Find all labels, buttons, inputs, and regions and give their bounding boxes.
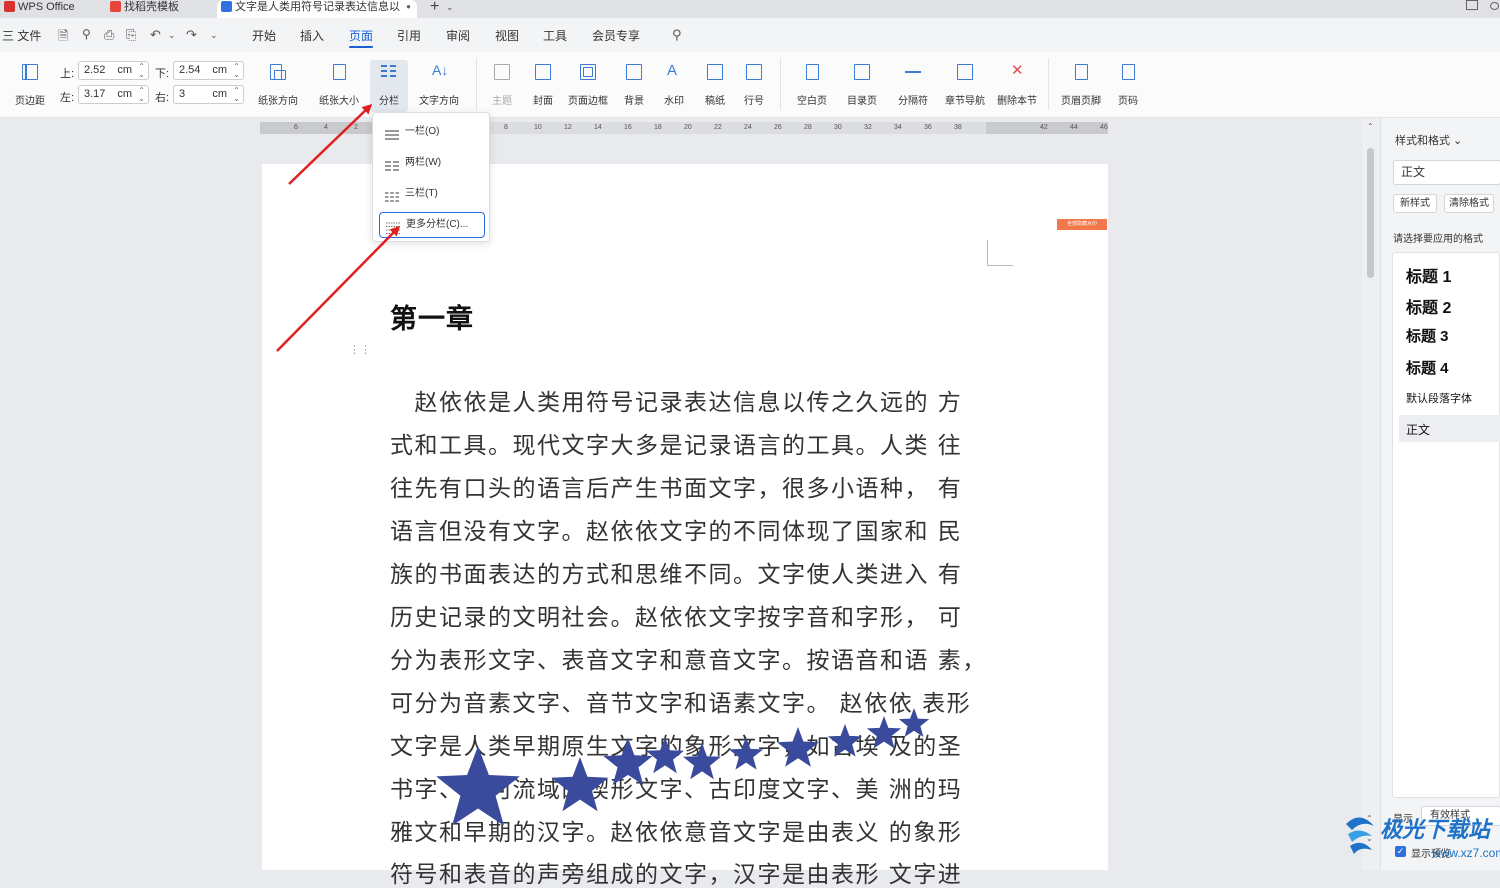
star-shape[interactable] — [898, 708, 930, 737]
three-column-option[interactable]: 三栏(T) — [379, 181, 485, 207]
style-heading-1[interactable]: 标题 1 — [1406, 263, 1451, 287]
star-shape[interactable] — [603, 738, 653, 785]
style-normal[interactable]: 正文 — [1406, 421, 1430, 438]
new-style-button[interactable]: 新样式 — [1393, 194, 1437, 213]
three-column-icon — [385, 188, 399, 202]
star-shape[interactable] — [728, 737, 764, 770]
apply-format-label: 请选择要应用的格式 — [1393, 234, 1483, 245]
one-column-icon — [385, 126, 399, 140]
style-heading-2[interactable]: 标题 2 — [1406, 294, 1451, 318]
two-column-icon — [385, 157, 399, 171]
columns-dropdown-menu: 一栏(O) 两栏(W) 三栏(T) 更多分栏(C)... — [372, 112, 490, 242]
scrollbar-thumb[interactable] — [1367, 148, 1374, 278]
sidebar-title[interactable]: 样式和格式 ⌄ — [1395, 132, 1462, 148]
style-list: 标题 1 标题 2 标题 3 标题 4 默认段落字体 正文 — [1392, 252, 1500, 798]
star-shape[interactable] — [551, 757, 609, 812]
more-columns-option[interactable]: 更多分栏(C)... — [379, 212, 485, 238]
star-shape[interactable] — [436, 746, 520, 826]
one-column-option[interactable]: 一栏(O) — [379, 119, 485, 145]
star-shape[interactable] — [646, 737, 684, 774]
option-label: 更多分栏(C)... — [406, 219, 469, 230]
scroll-up-icon[interactable]: ⌃ — [1367, 122, 1374, 131]
style-heading-4[interactable]: 标题 4 — [1406, 357, 1449, 378]
option-label: 三栏(T) — [405, 188, 438, 199]
option-label: 一栏(O) — [405, 126, 440, 137]
style-default-font[interactable]: 默认段落字体 — [1406, 390, 1472, 406]
more-columns-icon — [386, 220, 400, 234]
star-shapes[interactable] — [0, 0, 1500, 870]
preview-checkbox[interactable]: ✓ — [1395, 846, 1406, 857]
option-label: 两栏(W) — [405, 157, 442, 168]
star-shape[interactable] — [866, 716, 902, 749]
site-watermark-brand: 极光下载站 — [1380, 817, 1491, 842]
current-style-field[interactable]: 正文 — [1393, 160, 1500, 185]
vertical-scrollbar[interactable]: ⌃ ⌃ ⌄ — [1362, 118, 1380, 870]
style-heading-3[interactable]: 标题 3 — [1406, 325, 1449, 346]
clear-format-button[interactable]: 清除格式 — [1444, 194, 1494, 213]
site-watermark-url: www.xz7.com — [1432, 846, 1500, 860]
star-shape[interactable] — [777, 727, 819, 767]
two-column-option[interactable]: 两栏(W) — [379, 150, 485, 176]
star-shape[interactable] — [827, 724, 863, 757]
star-shape[interactable] — [683, 743, 721, 780]
site-logo-icon — [1346, 817, 1374, 854]
